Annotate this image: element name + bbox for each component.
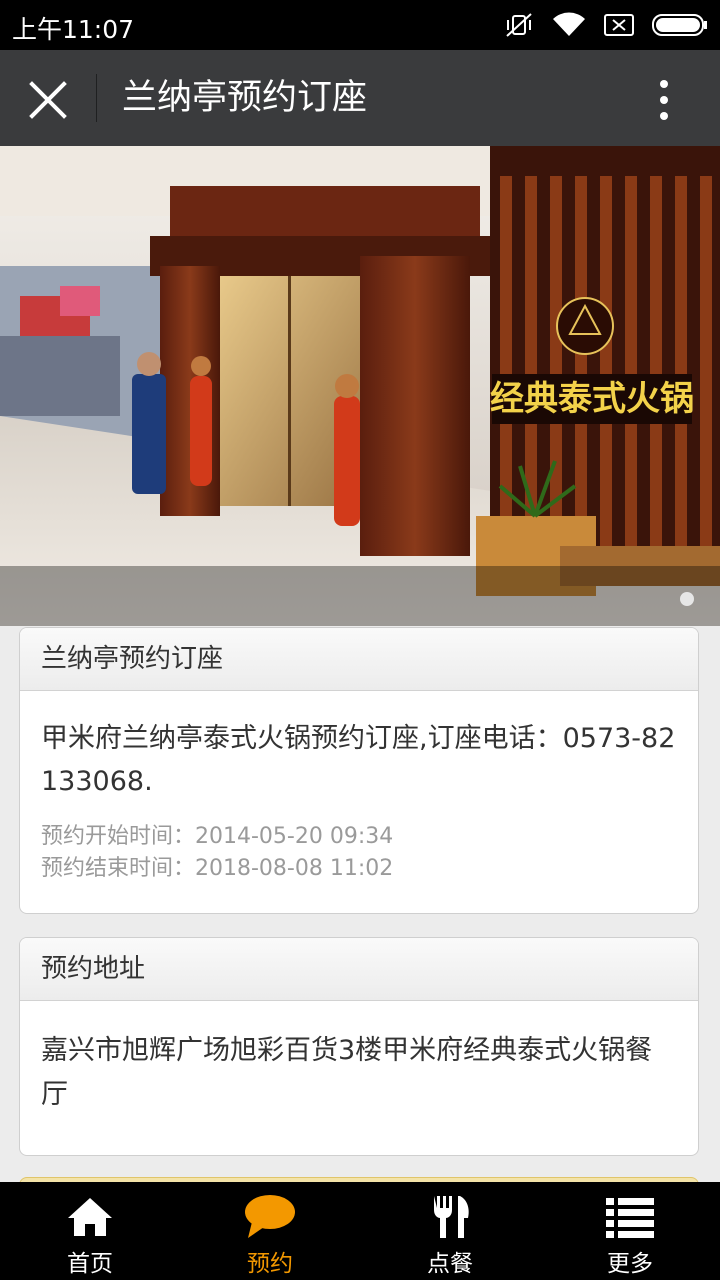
hero-caption-band [0,566,720,626]
address-card-heading: 预约地址 [20,938,698,1001]
reservation-description: 甲米府兰纳亭泰式火锅预约订座,订座电话：0573-82133068. [41,723,676,797]
battery-icon [652,14,707,36]
status-time: 上午11:07 [12,15,135,44]
carousel-indicator-dot[interactable] [680,592,694,606]
nav-item-order[interactable]: 点餐 [360,1182,540,1280]
status-icons [504,12,708,38]
nav-label-order: 点餐 [427,1251,473,1277]
fork-knife-icon [434,1196,469,1238]
sign-text: 经典泰式火锅 [490,379,694,419]
address-card: 预约地址 嘉兴市旭辉广场旭彩百货3楼甲米府经典泰式火锅餐厅 [19,937,699,1156]
status-bar: 上午11:07 [0,0,720,50]
nav-item-home[interactable]: 首页 [0,1182,180,1280]
title-divider [96,74,97,122]
bottom-nav: 首页 预约 点餐 更多 [0,1182,720,1280]
reservation-card-heading: 兰纳亭预约订座 [20,628,698,691]
title-bar: 兰纳亭预约订座 [0,50,720,146]
chat-bubble-icon [245,1195,295,1238]
home-icon [68,1198,112,1236]
wifi-icon [553,12,585,36]
nav-item-reservation[interactable]: 预约 [180,1182,360,1280]
close-icon[interactable] [22,74,74,126]
address-text: 嘉兴市旭辉广场旭彩百货3楼甲米府经典泰式火锅餐厅 [41,1035,653,1110]
nav-label-home: 首页 [67,1251,113,1277]
list-icon [606,1198,654,1238]
page-title: 兰纳亭预约订座 [122,78,368,118]
more-options-icon[interactable] [646,76,682,124]
reservation-info-card: 兰纳亭预约订座 甲米府兰纳亭泰式火锅预约订座,订座电话：0573-8213306… [19,627,699,914]
vibrate-mute-icon [506,13,532,37]
nav-item-more[interactable]: 更多 [540,1182,720,1280]
sim-empty-icon [604,14,634,36]
hero-image[interactable]: 经典泰式火锅 [0,146,720,626]
nav-label-more: 更多 [607,1251,653,1277]
nav-label-reservation: 预约 [247,1251,293,1277]
restaurant-storefront-image: 经典泰式火锅 [0,146,720,626]
reservation-end-time: 预约结束时间：2018-08-08 11:02 [41,856,394,881]
reservation-start-time: 预约开始时间：2014-05-20 09:34 [41,824,394,849]
